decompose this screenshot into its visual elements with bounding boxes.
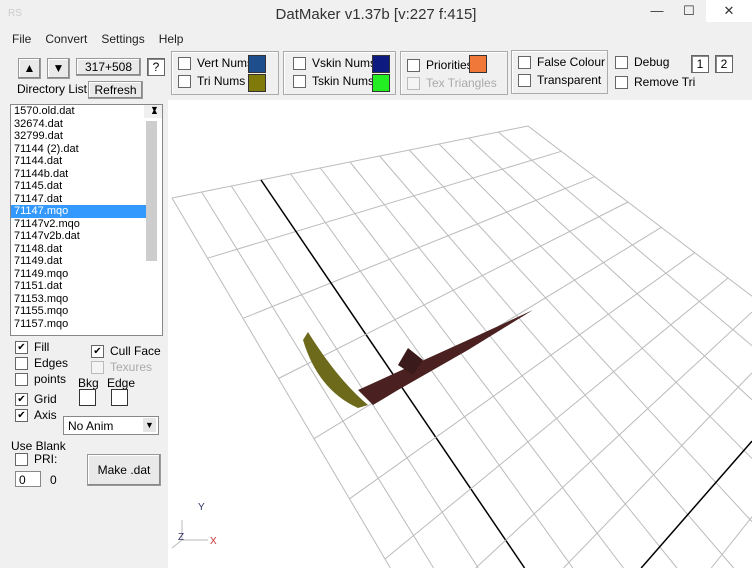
file-list-item[interactable]: 71144.dat bbox=[11, 155, 162, 168]
close-button[interactable]: ✕ bbox=[706, 0, 752, 22]
cull-face-checkbox[interactable]: ✔ Cull Face bbox=[91, 344, 161, 359]
refresh-button[interactable]: Refresh bbox=[88, 81, 143, 99]
file-list-item[interactable]: 71147v2b.dat bbox=[11, 230, 162, 243]
tskin-color-swatch[interactable] bbox=[372, 74, 390, 92]
app-icon: RS bbox=[8, 8, 22, 19]
vert-group: Vert Nums Tri Nums bbox=[171, 51, 279, 95]
directory-list-label: Directory List bbox=[17, 82, 88, 96]
model-shaft bbox=[358, 310, 533, 405]
make-dat-button[interactable]: Make .dat bbox=[87, 454, 161, 486]
3d-viewport[interactable]: Y Z X bbox=[168, 100, 752, 568]
axis-y-label: Y bbox=[198, 502, 205, 513]
vskin-nums-checkbox[interactable]: Vskin Nums bbox=[293, 56, 376, 71]
pri-input[interactable]: 0 bbox=[15, 471, 41, 487]
file-list-scrollbar[interactable]: ▲ ▼ bbox=[144, 105, 162, 261]
scroll-thumb[interactable] bbox=[146, 121, 157, 261]
tri-color-swatch[interactable] bbox=[248, 74, 266, 92]
menu-help[interactable]: Help bbox=[159, 32, 184, 46]
anim-select[interactable]: No Anim ▼ bbox=[63, 416, 159, 435]
model-blade bbox=[303, 332, 368, 408]
file-list-item[interactable]: 71145.dat bbox=[11, 180, 162, 193]
tri-nums-checkbox[interactable]: Tri Nums bbox=[178, 74, 245, 89]
texures-checkbox[interactable]: Texures bbox=[91, 360, 152, 375]
points-checkbox[interactable]: points bbox=[15, 372, 66, 387]
priority-group: Priorities Tex Triangles bbox=[400, 51, 508, 95]
pri-count: 0 bbox=[50, 473, 57, 487]
axis-x-label: X bbox=[210, 536, 217, 547]
file-list-item[interactable]: 71147v2.mqo bbox=[11, 218, 162, 231]
grid-checkbox[interactable]: ✔ Grid bbox=[15, 392, 57, 407]
vskin-color-swatch[interactable] bbox=[372, 55, 390, 73]
chevron-down-icon[interactable]: ▼ bbox=[143, 418, 156, 432]
priorities-checkbox[interactable]: Priorities bbox=[407, 58, 473, 73]
scroll-down-icon[interactable]: ▼ bbox=[147, 105, 162, 116]
transparent-checkbox[interactable]: Transparent bbox=[518, 73, 601, 88]
file-list-item[interactable]: 32674.dat bbox=[11, 118, 162, 131]
skin-group: Vskin Nums Tskin Nums bbox=[283, 51, 396, 95]
axis-z-label: Z bbox=[178, 532, 185, 543]
edge-color-swatch[interactable] bbox=[111, 389, 128, 406]
file-list-item[interactable]: 71149.dat bbox=[11, 255, 162, 268]
file-list-item[interactable]: 32799.dat bbox=[11, 130, 162, 143]
false-colour-checkbox[interactable]: False Colour bbox=[518, 55, 605, 70]
priorities-color-swatch[interactable] bbox=[469, 55, 487, 73]
pri-checkbox[interactable]: PRI: bbox=[15, 452, 57, 467]
menu-file[interactable]: File bbox=[12, 32, 31, 46]
bkg-label: Bkg bbox=[78, 376, 99, 390]
file-list-item[interactable]: 71151.dat bbox=[11, 280, 162, 293]
tex-triangles-checkbox[interactable]: Tex Triangles bbox=[407, 76, 497, 91]
remove-tri-checkbox[interactable]: Remove Tri bbox=[615, 75, 695, 90]
tskin-nums-checkbox[interactable]: Tskin Nums bbox=[293, 74, 374, 89]
file-list-item[interactable]: 1570.old.dat bbox=[11, 105, 162, 118]
window-title: DatMaker v1.37b [v:227 f:415] bbox=[275, 6, 477, 23]
file-list-item[interactable]: 71144 (2).dat bbox=[11, 143, 162, 156]
model bbox=[303, 310, 533, 408]
menu-bar: File Convert Settings Help bbox=[12, 32, 183, 46]
minimize-button[interactable]: — bbox=[640, 0, 674, 22]
debug-box-2[interactable]: 2 bbox=[715, 55, 733, 73]
move-down-button[interactable]: ▼ bbox=[47, 58, 70, 79]
file-list-item[interactable]: 71153.mqo bbox=[11, 293, 162, 306]
menu-convert[interactable]: Convert bbox=[45, 32, 87, 46]
file-list-item[interactable]: 71157.mqo bbox=[11, 318, 162, 331]
edges-checkbox[interactable]: Edges bbox=[15, 356, 68, 371]
help-button[interactable]: ? bbox=[147, 58, 165, 76]
move-up-button[interactable]: ▲ bbox=[18, 58, 41, 79]
axis-checkbox[interactable]: ✔ Axis bbox=[15, 408, 57, 423]
fill-checkbox[interactable]: ✔ Fill bbox=[15, 340, 49, 355]
file-list[interactable]: 1570.old.dat 32674.dat 32799.dat 71144 (2).… bbox=[10, 104, 163, 336]
file-list-item[interactable]: 71147.mqo bbox=[11, 205, 146, 218]
bkg-color-swatch[interactable] bbox=[79, 389, 96, 406]
vert-color-swatch[interactable] bbox=[248, 55, 266, 73]
file-list-item[interactable]: 71149.mqo bbox=[11, 268, 162, 281]
size-button[interactable]: 317+508 bbox=[76, 58, 141, 76]
edge-label: Edge bbox=[107, 376, 136, 390]
use-blank-label: Use Blank bbox=[11, 439, 66, 453]
file-list-item[interactable]: 71155.mqo bbox=[11, 305, 162, 318]
debug-checkbox[interactable]: Debug bbox=[615, 55, 669, 70]
file-list-item[interactable]: 71148.dat bbox=[11, 243, 162, 256]
colour-group: False Colour Transparent bbox=[511, 50, 608, 94]
menu-settings[interactable]: Settings bbox=[101, 32, 144, 46]
maximize-button[interactable]: ☐ bbox=[672, 0, 706, 22]
file-list-item[interactable]: 71144b.dat bbox=[11, 168, 162, 181]
debug-box-1[interactable]: 1 bbox=[691, 55, 709, 73]
file-list-item[interactable]: 71147.dat bbox=[11, 193, 162, 206]
vert-nums-checkbox[interactable]: Vert Nums bbox=[178, 56, 253, 71]
